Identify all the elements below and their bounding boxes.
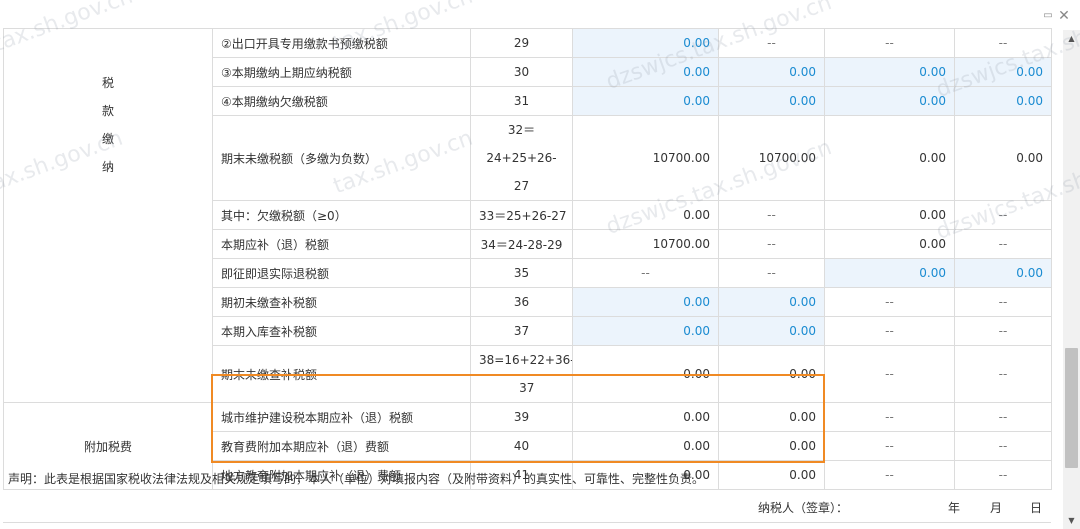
row-label: 城市维护建设税本期应补（退）税额 xyxy=(212,402,471,432)
amount-input[interactable]: 0.00 xyxy=(824,86,955,116)
line-number: 33＝25+26-27 xyxy=(470,200,573,230)
line-number: 29 xyxy=(470,28,573,58)
amount-cell: -- xyxy=(954,28,1052,58)
minimize-icon[interactable]: ▭ xyxy=(1040,8,1056,24)
amount-input[interactable]: 0.00 xyxy=(572,57,719,87)
amount-cell: -- xyxy=(954,345,1052,403)
dialog-titlebar: ▭ ✕ xyxy=(0,0,1080,30)
amount-cell: -- xyxy=(954,316,1052,346)
line-number: 31 xyxy=(470,86,573,116)
row-label: 期末未缴税额（多缴为负数） xyxy=(212,115,471,201)
amount-cell: 0.00 xyxy=(954,115,1052,201)
amount-cell: 0.00 xyxy=(824,229,955,259)
row-label: 即征即退实际退税额 xyxy=(212,258,471,288)
row-label: 其中：欠缴税额（≥0） xyxy=(212,200,471,230)
row-label: 教育费附加本期应补（退）费额 xyxy=(212,431,471,461)
amount-cell: -- xyxy=(824,345,955,403)
line-number: 39 xyxy=(470,402,573,432)
line-number: 36 xyxy=(470,287,573,317)
line-number: 37 xyxy=(470,316,573,346)
amount-cell: -- xyxy=(718,200,825,230)
amount-input[interactable]: 0.00 xyxy=(718,316,825,346)
amount-cell: 0.00 xyxy=(718,460,825,490)
amount-cell: -- xyxy=(718,28,825,58)
amount-cell: -- xyxy=(954,460,1052,490)
row-label: ③本期缴纳上期应纳税额 xyxy=(212,57,471,87)
amount-cell: -- xyxy=(824,28,955,58)
amount-cell: -- xyxy=(954,287,1052,317)
amount-input[interactable]: 0.00 xyxy=(718,86,825,116)
line-number: 38=16+22+36- 37 xyxy=(470,345,573,403)
scrollbar-thumb[interactable] xyxy=(1065,348,1078,468)
line-number: 32＝24+25+26- 27 xyxy=(470,115,573,201)
divider xyxy=(3,522,1051,523)
amount-input[interactable]: 0.00 xyxy=(572,86,719,116)
section-char: 纳 xyxy=(101,160,114,174)
amount-cell: 0.00 xyxy=(572,431,719,461)
table-row: 附加税费 城市维护建设税本期应补（退）税额 39 0.00 0.00 -- -- xyxy=(3,402,1052,490)
section-char: 税 xyxy=(101,76,114,90)
amount-cell: -- xyxy=(824,316,955,346)
section-char: 款 xyxy=(101,104,114,118)
row-label: 本期入库查补税额 xyxy=(212,316,471,346)
month-label: 月 xyxy=(990,501,1003,515)
line-number: 35 xyxy=(470,258,573,288)
amount-cell: 0.00 xyxy=(824,115,955,201)
amount-cell: -- xyxy=(954,229,1052,259)
scroll-up-icon[interactable]: ▲ xyxy=(1063,30,1080,47)
line-number: 40 xyxy=(470,431,573,461)
amount-input[interactable]: 0.00 xyxy=(954,258,1052,288)
amount-cell: 0.00 xyxy=(572,200,719,230)
amount-input[interactable]: 0.00 xyxy=(572,28,719,58)
scroll-down-icon[interactable]: ▼ xyxy=(1063,512,1080,529)
amount-input[interactable]: 0.00 xyxy=(572,316,719,346)
row-label: 本期应补（退）税额 xyxy=(212,229,471,259)
amount-input[interactable]: 0.00 xyxy=(954,57,1052,87)
line-number: 30 xyxy=(470,57,573,87)
amount-input[interactable]: 0.00 xyxy=(824,258,955,288)
table-row: 税 款 缴 纳 ②出口开具专用缴款书预缴税额 29 0.00 -- -- -- xyxy=(3,28,1052,403)
amount-cell: 0.00 xyxy=(718,402,825,432)
amount-cell: 10700.00 xyxy=(572,229,719,259)
amount-cell: -- xyxy=(824,287,955,317)
line-formula-part: 27 xyxy=(513,179,530,193)
close-icon[interactable]: ✕ xyxy=(1056,8,1072,24)
amount-cell: -- xyxy=(718,258,825,288)
amount-cell: -- xyxy=(954,402,1052,432)
amount-cell: -- xyxy=(824,460,955,490)
year-label: 年 xyxy=(948,501,961,515)
row-label: ④本期缴纳欠缴税额 xyxy=(212,86,471,116)
amount-cell: 0.00 xyxy=(572,402,719,432)
declaration-text: 声明：此表是根据国家税收法律法规及相关规定填写的，本人（单位）对填报内容（及附带… xyxy=(8,472,705,486)
amount-input[interactable]: 0.00 xyxy=(572,287,719,317)
amount-cell: 0.00 xyxy=(572,345,719,403)
row-label: 期初未缴查补税额 xyxy=(212,287,471,317)
day-label: 日 xyxy=(1030,501,1043,515)
amount-cell: 0.00 xyxy=(824,200,955,230)
amount-cell: 10700.00 xyxy=(718,115,825,201)
line-formula-part: 38=16+22+36- xyxy=(479,353,573,367)
amount-cell: 0.00 xyxy=(718,431,825,461)
row-label: 期末未缴查补税额 xyxy=(212,345,471,403)
amount-cell: 0.00 xyxy=(718,345,825,403)
line-number: 34＝24-28-29 xyxy=(470,229,573,259)
amount-cell: -- xyxy=(824,402,955,432)
amount-cell: -- xyxy=(954,200,1052,230)
tax-return-table: 税 款 缴 纳 ②出口开具专用缴款书预缴税额 29 0.00 -- -- -- … xyxy=(3,28,1052,490)
section-char: 缴 xyxy=(101,132,114,146)
amount-cell: -- xyxy=(824,431,955,461)
section-tax-payment: 税 款 缴 纳 xyxy=(3,28,213,403)
amount-cell: 10700.00 xyxy=(572,115,719,201)
amount-cell: -- xyxy=(572,258,719,288)
amount-input[interactable]: 0.00 xyxy=(824,57,955,87)
amount-cell: -- xyxy=(954,431,1052,461)
amount-input[interactable]: 0.00 xyxy=(718,287,825,317)
signature-label: 纳税人（签章）： xyxy=(758,501,849,515)
line-formula-part: 37 xyxy=(519,381,535,395)
amount-input[interactable]: 0.00 xyxy=(718,57,825,87)
row-label: ②出口开具专用缴款书预缴税额 xyxy=(212,28,471,58)
amount-cell: -- xyxy=(718,229,825,259)
amount-input[interactable]: 0.00 xyxy=(954,86,1052,116)
line-formula-part: 32＝24+25+26- xyxy=(486,123,557,165)
